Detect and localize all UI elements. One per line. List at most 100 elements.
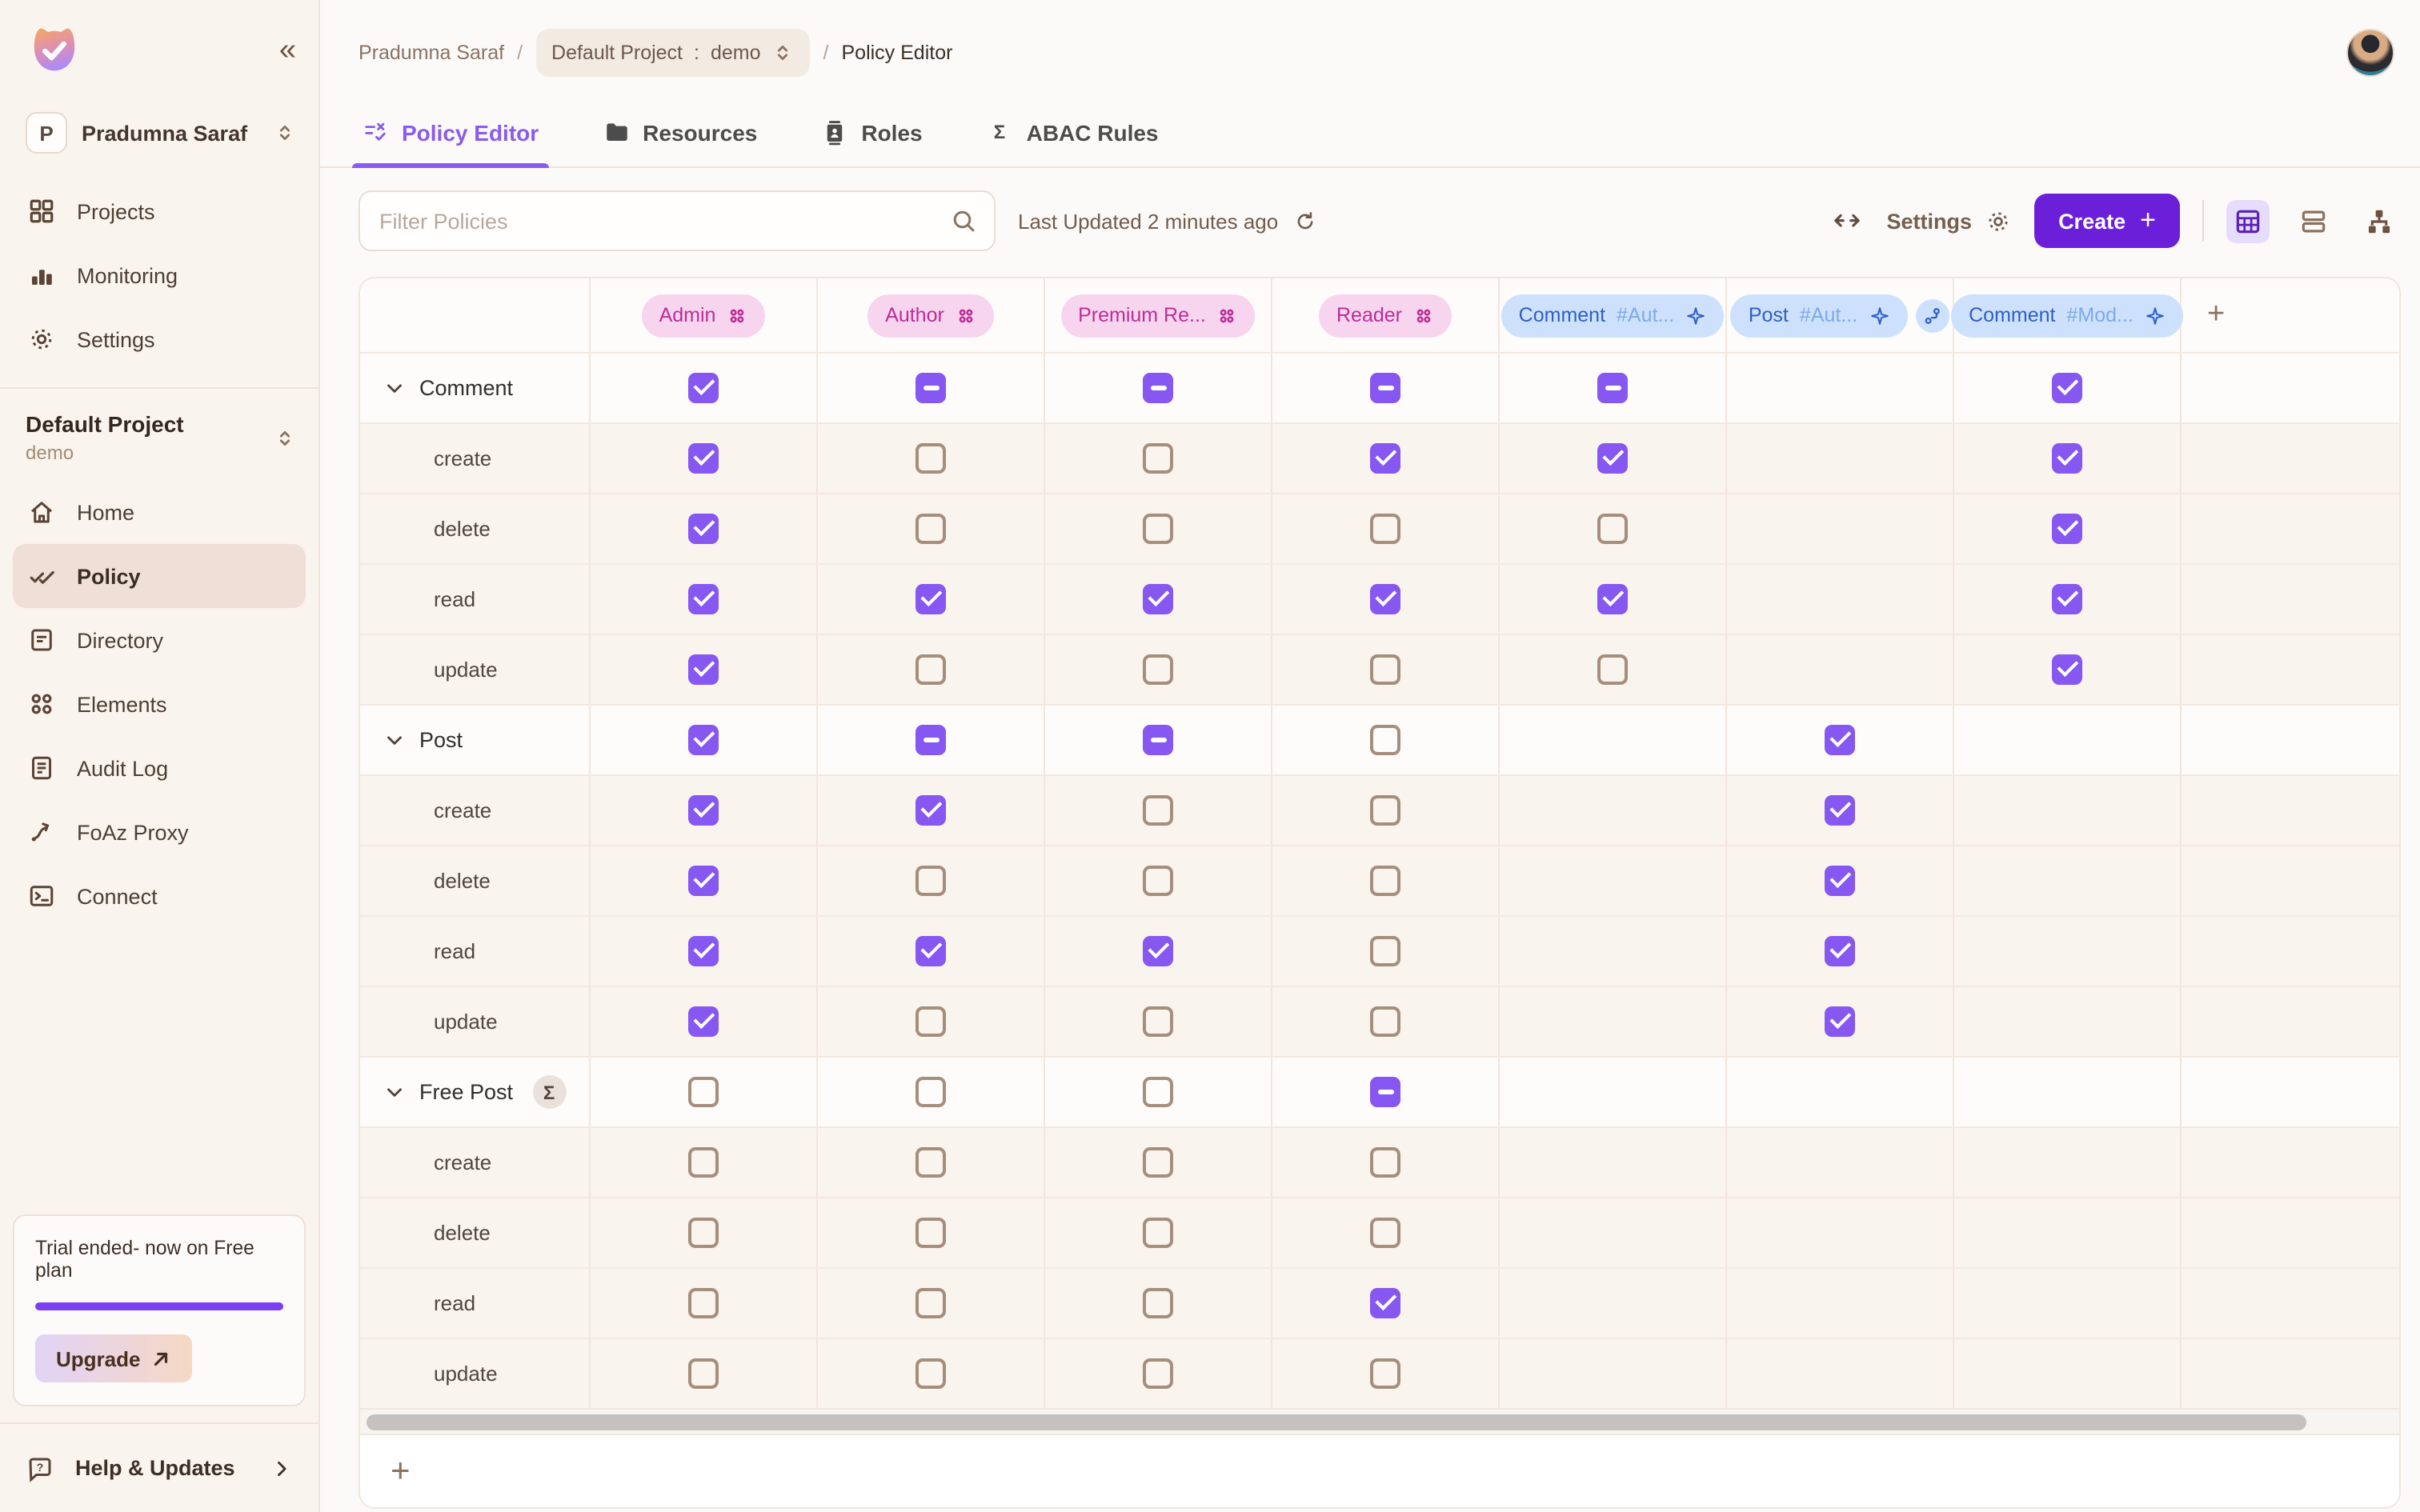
sidebar-item-foaz-proxy[interactable]: FoAz Proxy — [13, 800, 306, 864]
policy-checkbox-unchecked[interactable] — [916, 1218, 946, 1248]
help-updates-item[interactable]: ? Help & Updates — [0, 1422, 319, 1512]
refresh-icon[interactable] — [1292, 209, 1316, 233]
policy-checkbox-checked[interactable] — [2052, 373, 2082, 403]
policy-checkbox-unchecked[interactable] — [688, 1218, 719, 1248]
policy-checkbox-unchecked[interactable] — [916, 1147, 946, 1178]
policy-checkbox-unchecked[interactable] — [1370, 1147, 1400, 1178]
upgrade-button[interactable]: Upgrade — [35, 1334, 191, 1382]
policy-settings-button[interactable]: Settings — [1887, 207, 2013, 234]
policy-checkbox-unchecked[interactable] — [1143, 1147, 1173, 1178]
policy-checkbox-unchecked[interactable] — [688, 1288, 719, 1318]
policy-checkbox-checked[interactable] — [688, 1006, 719, 1037]
chevron-down-icon[interactable] — [383, 376, 407, 400]
create-button[interactable]: Create + — [2034, 194, 2180, 248]
derived-role-badge[interactable] — [1915, 298, 1949, 332]
sidebar-item-settings[interactable]: Settings — [13, 307, 306, 371]
add-role-button[interactable]: + — [2182, 278, 2399, 352]
policy-checkbox-unchecked[interactable] — [1143, 1218, 1173, 1248]
role-pill-author[interactable]: Author — [867, 294, 994, 337]
role-pill-admin[interactable]: Admin — [642, 294, 766, 337]
policy-checkbox-unchecked[interactable] — [916, 654, 946, 685]
policy-checkbox-unchecked[interactable] — [1143, 795, 1173, 826]
sidebar-item-monitoring[interactable]: Monitoring — [13, 243, 306, 307]
filter-policies-input[interactable] — [359, 190, 996, 251]
policy-checkbox-checked[interactable] — [1143, 584, 1173, 614]
policy-checkbox-indeterminate[interactable] — [1143, 725, 1173, 755]
policy-checkbox-unchecked[interactable] — [1143, 654, 1173, 685]
policy-checkbox-unchecked[interactable] — [1370, 514, 1400, 544]
sidebar-item-directory[interactable]: Directory — [13, 608, 306, 672]
policy-checkbox-checked[interactable] — [1825, 795, 1855, 826]
policy-checkbox-checked[interactable] — [916, 936, 946, 966]
policy-checkbox-unchecked[interactable] — [1143, 1288, 1173, 1318]
sidebar-item-projects[interactable]: Projects — [13, 179, 306, 243]
policy-checkbox-checked[interactable] — [2052, 514, 2082, 544]
policy-checkbox-indeterminate[interactable] — [1143, 373, 1173, 403]
policy-checkbox-unchecked[interactable] — [1143, 443, 1173, 474]
policy-checkbox-checked[interactable] — [1825, 936, 1855, 966]
role-pill-post-aut[interactable]: Post#Aut... — [1731, 294, 1907, 337]
policy-checkbox-checked[interactable] — [1825, 866, 1855, 896]
tab-abac-rules[interactable]: ΣABAC Rules — [984, 106, 1162, 166]
policy-checkbox-unchecked[interactable] — [1143, 866, 1173, 896]
policy-checkbox-checked[interactable] — [688, 725, 719, 755]
policy-checkbox-unchecked[interactable] — [688, 1147, 719, 1178]
policy-checkbox-unchecked[interactable] — [1143, 1077, 1173, 1107]
policy-checkbox-unchecked[interactable] — [1370, 795, 1400, 826]
policy-checkbox-indeterminate[interactable] — [1597, 373, 1628, 403]
policy-checkbox-checked[interactable] — [1370, 443, 1400, 474]
policy-checkbox-unchecked[interactable] — [1597, 514, 1628, 544]
breadcrumb-project-pill[interactable]: Default Project : demo — [535, 29, 811, 77]
policy-checkbox-unchecked[interactable] — [916, 1077, 946, 1107]
policy-checkbox-checked[interactable] — [2052, 443, 2082, 474]
role-pill-comment-mod[interactable]: Comment#Mod... — [1951, 294, 2183, 337]
policy-checkbox-checked[interactable] — [688, 373, 719, 403]
view-toggle-grid[interactable] — [2226, 199, 2270, 242]
view-toggle-rows[interactable] — [2292, 199, 2335, 242]
policy-checkbox-unchecked[interactable] — [1370, 1358, 1400, 1389]
policy-checkbox-checked[interactable] — [688, 936, 719, 966]
sidebar-item-home[interactable]: Home — [13, 480, 306, 544]
policy-checkbox-checked[interactable] — [2052, 654, 2082, 685]
policy-checkbox-unchecked[interactable] — [1370, 936, 1400, 966]
policy-checkbox-checked[interactable] — [688, 514, 719, 544]
policy-checkbox-checked[interactable] — [688, 866, 719, 896]
policy-checkbox-checked[interactable] — [1370, 584, 1400, 614]
policy-checkbox-unchecked[interactable] — [916, 1006, 946, 1037]
sidebar-item-audit-log[interactable]: Audit Log — [13, 736, 306, 800]
policy-checkbox-checked[interactable] — [1825, 1006, 1855, 1037]
sidebar-item-policy[interactable]: Policy — [13, 544, 306, 608]
policy-checkbox-checked[interactable] — [1825, 725, 1855, 755]
policy-checkbox-unchecked[interactable] — [916, 866, 946, 896]
policy-checkbox-unchecked[interactable] — [916, 514, 946, 544]
breadcrumb-user[interactable]: Pradumna Saraf — [359, 42, 504, 64]
add-resource-button[interactable]: + — [360, 1452, 411, 1490]
policy-checkbox-unchecked[interactable] — [916, 1288, 946, 1318]
policy-checkbox-unchecked[interactable] — [1370, 1218, 1400, 1248]
policy-checkbox-unchecked[interactable] — [1597, 654, 1628, 685]
policy-checkbox-unchecked[interactable] — [1370, 654, 1400, 685]
policy-checkbox-unchecked[interactable] — [1370, 866, 1400, 896]
sidebar-item-elements[interactable]: Elements — [13, 672, 306, 736]
workspace-selector[interactable]: P Pradumna Saraf — [0, 86, 319, 166]
expand-columns-icon[interactable] — [1829, 208, 1865, 234]
policy-checkbox-indeterminate[interactable] — [916, 373, 946, 403]
tab-policy-editor[interactable]: Policy Editor — [359, 106, 542, 166]
policy-checkbox-indeterminate[interactable] — [1370, 1077, 1400, 1107]
role-pill-comment-aut[interactable]: Comment#Aut... — [1501, 294, 1725, 337]
sidebar-item-connect[interactable]: Connect — [13, 864, 306, 928]
policy-checkbox-checked[interactable] — [1143, 936, 1173, 966]
policy-checkbox-unchecked[interactable] — [1370, 725, 1400, 755]
user-avatar[interactable] — [2346, 29, 2394, 77]
policy-checkbox-indeterminate[interactable] — [1370, 373, 1400, 403]
policy-checkbox-checked[interactable] — [688, 584, 719, 614]
sidebar-collapse-icon[interactable]: « — [279, 34, 293, 69]
policy-checkbox-unchecked[interactable] — [688, 1358, 719, 1389]
tab-resources[interactable]: Resources — [599, 106, 760, 166]
chevron-down-icon[interactable] — [383, 728, 407, 752]
scrollbar-thumb[interactable] — [367, 1414, 2306, 1430]
policy-checkbox-checked[interactable] — [1370, 1288, 1400, 1318]
policy-checkbox-checked[interactable] — [688, 443, 719, 474]
policy-checkbox-unchecked[interactable] — [1370, 1006, 1400, 1037]
policy-checkbox-unchecked[interactable] — [1143, 514, 1173, 544]
